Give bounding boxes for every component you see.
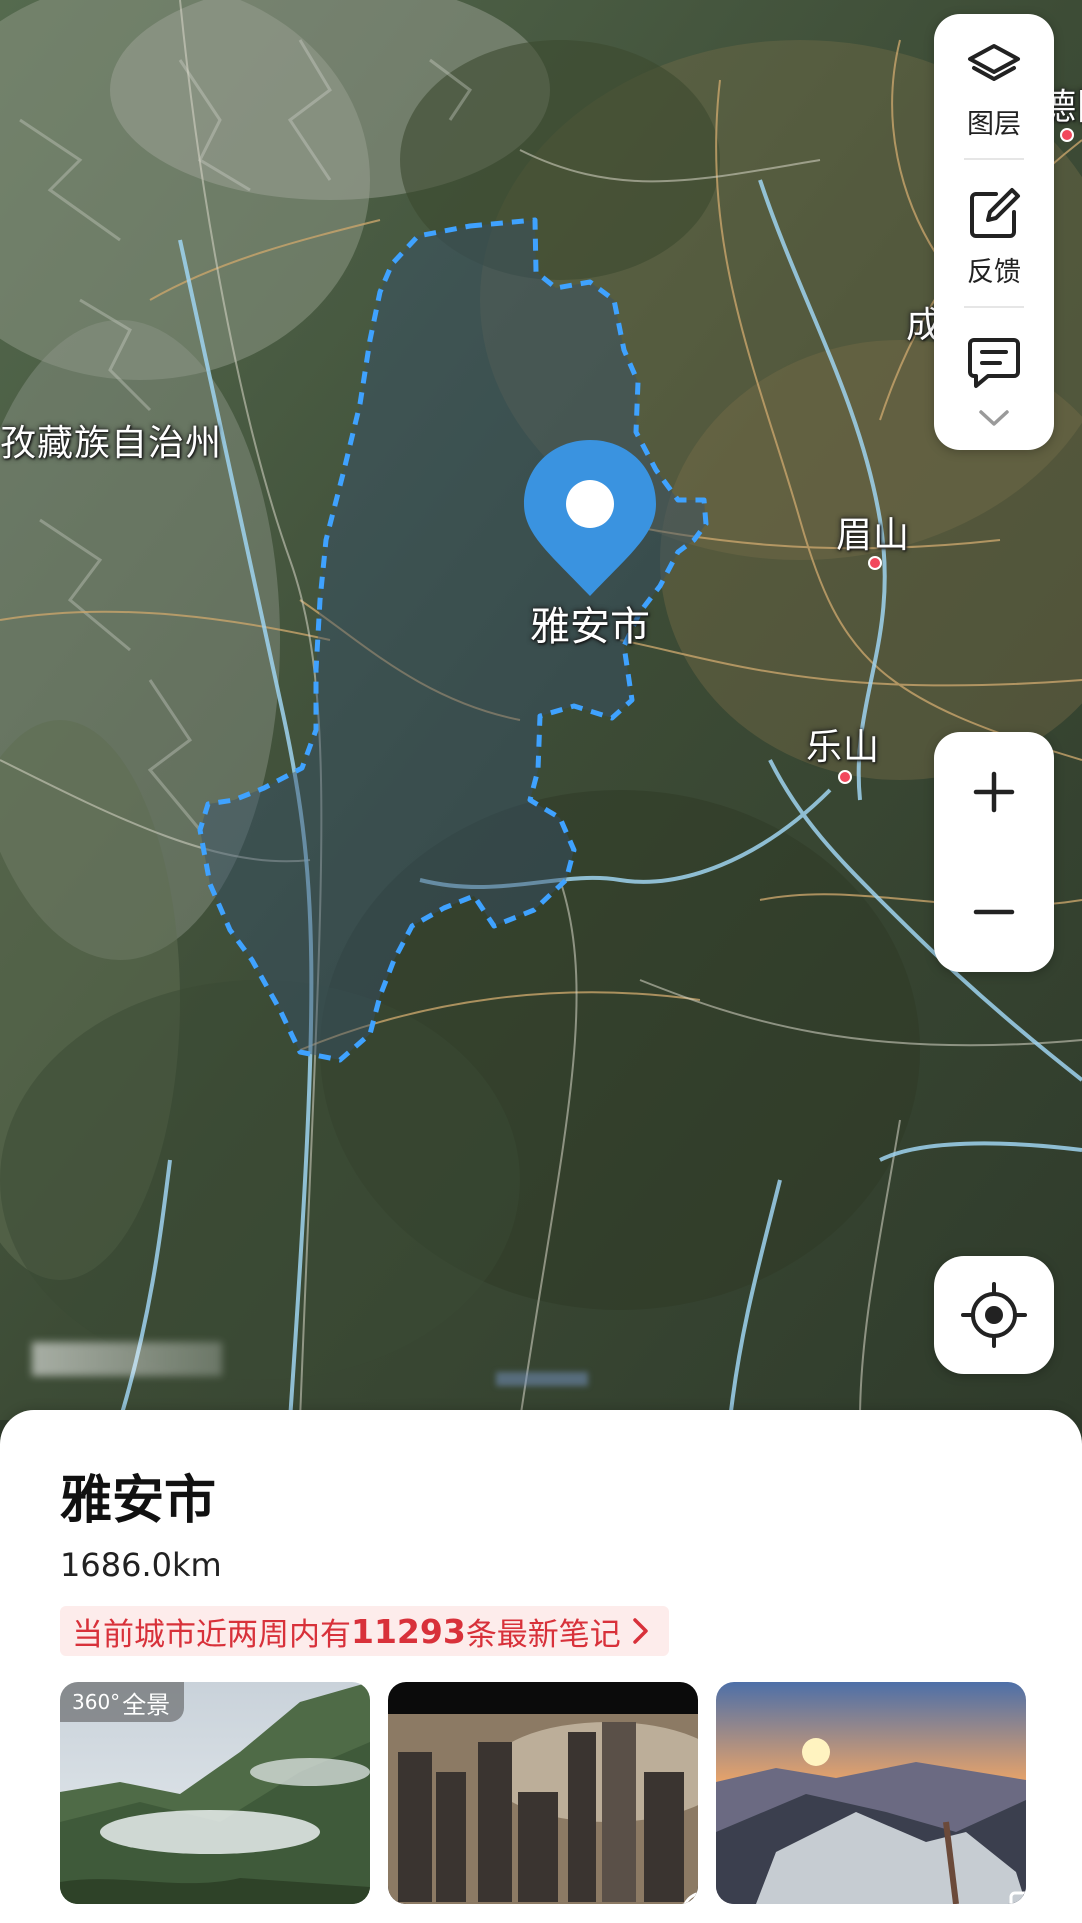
plus-icon bbox=[973, 771, 1015, 813]
minus-icon bbox=[973, 909, 1015, 915]
video-image bbox=[388, 1682, 698, 1904]
map-scale-watermark bbox=[496, 1372, 588, 1386]
feedback-button[interactable]: 反馈 bbox=[934, 162, 1054, 302]
location-pin-icon[interactable] bbox=[520, 436, 660, 596]
zoom-controls bbox=[934, 732, 1054, 972]
sunrise-image bbox=[716, 1682, 1026, 1904]
city-label-meishan[interactable]: 眉山 bbox=[836, 506, 910, 558]
chevron-down-icon bbox=[979, 410, 1009, 426]
edit-square-icon bbox=[970, 188, 1020, 238]
photo-thumbnail[interactable] bbox=[716, 1682, 1026, 1904]
city-label-leshan[interactable]: 乐山 bbox=[806, 718, 880, 770]
place-title: 雅安市 bbox=[60, 1471, 217, 1531]
notes-prefix: 当前城市近两周内有 bbox=[72, 1616, 351, 1653]
notes-banner[interactable]: 当前城市近两周内有 11293 条最新笔记 bbox=[60, 1606, 669, 1656]
panorama-thumbnail[interactable]: 360° 全景 bbox=[60, 1682, 370, 1904]
locate-button[interactable] bbox=[934, 1256, 1054, 1374]
panorama-360-icon: 360° bbox=[72, 1690, 121, 1714]
video-thumbnail[interactable] bbox=[388, 1682, 698, 1904]
selected-city-label: 雅安市 bbox=[530, 604, 650, 650]
place-info-sheet: 雅安市 1686.0km 当前城市近两周内有 11293 条最新笔记 360° … bbox=[0, 1410, 1082, 1923]
toolbar-divider bbox=[964, 306, 1024, 308]
satellite-map bbox=[0, 0, 1082, 1420]
layers-icon bbox=[968, 44, 1020, 81]
expand-toolbar-button[interactable] bbox=[934, 408, 1054, 444]
region-label: 孜藏族自治州 bbox=[0, 423, 223, 464]
notes-count: 11293 bbox=[351, 1611, 466, 1651]
notes-suffix: 条最新笔记 bbox=[465, 1616, 621, 1653]
message-icon bbox=[968, 338, 1020, 388]
map-view[interactable]: 孜藏族自治州 眉山 乐山 成 德阳 雅安市 bbox=[0, 0, 1082, 1420]
city-dot-meishan bbox=[868, 556, 882, 570]
play-icon bbox=[683, 1892, 698, 1904]
zoom-out-button[interactable] bbox=[934, 852, 1054, 972]
toolbar-divider bbox=[964, 158, 1024, 160]
locate-target-icon bbox=[961, 1282, 1027, 1348]
zoom-in-button[interactable] bbox=[934, 732, 1054, 852]
city-dot-deyang bbox=[1060, 128, 1074, 142]
layers-button[interactable]: 图层 bbox=[934, 14, 1054, 154]
distance-text: 1686.0km bbox=[60, 1546, 222, 1584]
panorama-badge-label: 全景 bbox=[122, 1690, 171, 1719]
map-toolbar: 图层 反馈 bbox=[934, 14, 1054, 450]
message-button[interactable] bbox=[934, 310, 1054, 400]
city-dot-leshan bbox=[838, 770, 852, 784]
chevron-right-icon bbox=[633, 1618, 648, 1644]
map-watermark bbox=[32, 1342, 222, 1376]
panorama-badge: 360° 全景 bbox=[60, 1682, 185, 1722]
image-icon bbox=[1009, 1891, 1026, 1904]
layers-label: 图层 bbox=[967, 109, 1021, 140]
feedback-label: 反馈 bbox=[967, 257, 1021, 288]
